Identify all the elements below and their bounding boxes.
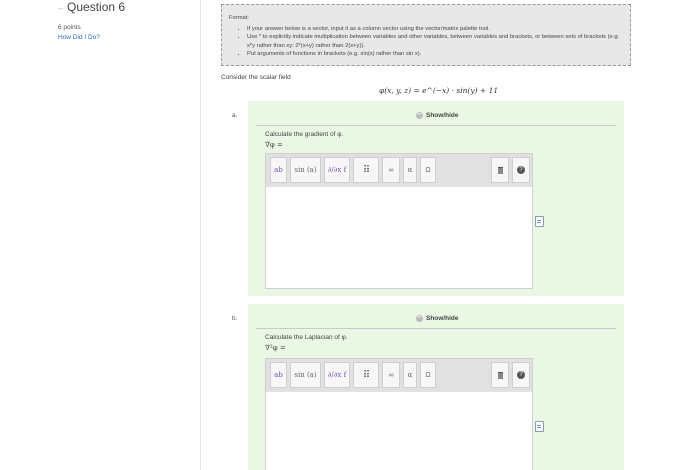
format-list: If your answer below is a vector, input … bbox=[239, 25, 623, 58]
sidebar: – Question 6 6 points How Did I Do? bbox=[0, 0, 201, 470]
partial-derivative-button[interactable]: ∂/∂x f bbox=[324, 157, 350, 183]
partial-derivative-button[interactable]: ∂/∂x f bbox=[324, 362, 350, 388]
math-editor-a: ab sin (a) ∂/∂x f ⠿ ∞ α Ω ? bbox=[265, 153, 533, 289]
divider bbox=[256, 125, 616, 126]
format-item: If your answer below is a vector, input … bbox=[247, 25, 623, 33]
scalar-field-equation: φ(x, y, z) = e^(−x) · sin(y) + 11 bbox=[379, 86, 499, 95]
alpha-button[interactable]: α bbox=[403, 157, 417, 183]
document-icon[interactable] bbox=[535, 216, 544, 227]
part-b-prompt: Calculate the Laplacian of φ. bbox=[265, 334, 348, 341]
minus-circle-icon: – bbox=[416, 111, 423, 119]
matrix-palette-button[interactable]: ⠿ bbox=[353, 362, 379, 388]
math-input-area[interactable] bbox=[267, 188, 531, 287]
help-button[interactable]: ? bbox=[512, 157, 530, 183]
part-a-prompt: Calculate the gradient of φ. bbox=[265, 131, 344, 138]
part-letter-a: a. bbox=[232, 112, 238, 119]
gradient-lhs: ∇φ = bbox=[265, 141, 283, 149]
help-icon: ? bbox=[517, 371, 525, 379]
superscript-button[interactable]: ab bbox=[270, 362, 287, 388]
omega-button[interactable]: Ω bbox=[420, 157, 436, 183]
points-label: 6 points bbox=[58, 24, 81, 31]
how-did-i-do-link[interactable]: How Did I Do? bbox=[58, 34, 100, 41]
collapse-dash-icon[interactable]: – bbox=[58, 3, 63, 13]
format-box: Format: If your answer below is a vector… bbox=[221, 4, 631, 66]
question-title: – Question 6 bbox=[58, 0, 126, 14]
math-input-area[interactable] bbox=[267, 393, 531, 469]
laplacian-lhs: ∇²φ = bbox=[265, 344, 286, 352]
math-editor-b: ab sin (a) ∂/∂x f ⠿ ∞ α Ω ? bbox=[265, 358, 533, 470]
grid-dots-icon: ⠿ bbox=[362, 369, 370, 381]
trash-icon bbox=[497, 166, 503, 174]
showhide-toggle-a[interactable]: – Show/hide bbox=[416, 111, 459, 119]
editor-toolbar: ab sin (a) ∂/∂x f ⠿ ∞ α Ω ? bbox=[266, 154, 532, 187]
grid-dots-icon: ⠿ bbox=[362, 164, 370, 176]
infinity-button[interactable]: ∞ bbox=[382, 362, 400, 388]
help-icon: ? bbox=[517, 166, 525, 174]
format-heading: Format: bbox=[229, 15, 249, 21]
main-content: Format: If your answer below is a vector… bbox=[201, 0, 700, 470]
trash-button[interactable] bbox=[491, 157, 509, 183]
format-item: Use * to explicitly indicate multiplicat… bbox=[247, 33, 623, 49]
minus-circle-icon: – bbox=[416, 314, 423, 322]
part-b-panel: – Show/hide Calculate the Laplacian of φ… bbox=[248, 304, 624, 470]
sin-function-button[interactable]: sin (a) bbox=[290, 157, 321, 183]
superscript-button[interactable]: ab bbox=[270, 157, 287, 183]
consider-text: Consider the scalar field bbox=[221, 74, 291, 81]
part-letter-b: b. bbox=[232, 315, 238, 322]
help-button[interactable]: ? bbox=[512, 362, 530, 388]
trash-button[interactable] bbox=[491, 362, 509, 388]
trash-icon bbox=[497, 371, 503, 379]
format-item: Put arguments of functions in brackets (… bbox=[247, 50, 623, 58]
editor-toolbar: ab sin (a) ∂/∂x f ⠿ ∞ α Ω ? bbox=[266, 359, 532, 392]
infinity-button[interactable]: ∞ bbox=[382, 157, 400, 183]
divider bbox=[256, 328, 616, 329]
omega-button[interactable]: Ω bbox=[420, 362, 436, 388]
document-icon[interactable] bbox=[535, 421, 544, 432]
sin-function-button[interactable]: sin (a) bbox=[290, 362, 321, 388]
part-a-panel: – Show/hide Calculate the gradient of φ.… bbox=[248, 101, 624, 296]
alpha-button[interactable]: α bbox=[403, 362, 417, 388]
showhide-toggle-b[interactable]: – Show/hide bbox=[416, 314, 459, 322]
matrix-palette-button[interactable]: ⠿ bbox=[353, 157, 379, 183]
